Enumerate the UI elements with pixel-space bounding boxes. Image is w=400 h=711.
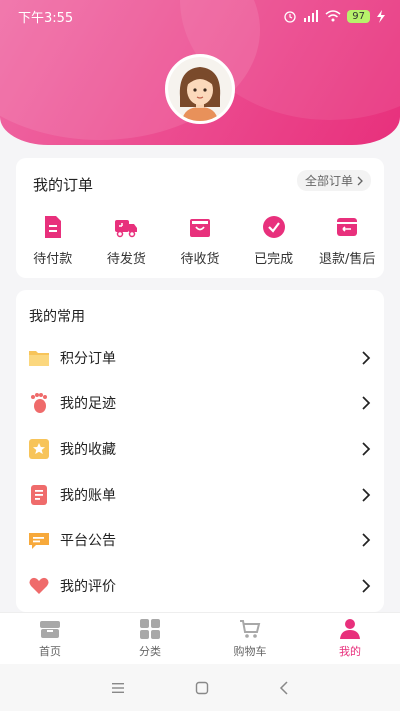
document-icon — [44, 216, 61, 238]
heart-icon — [29, 577, 49, 594]
order-item-label: 待收货 — [180, 252, 220, 267]
chevron-right-icon — [362, 533, 371, 547]
list-item-bills[interactable]: 我的账单 — [16, 472, 384, 518]
check-circle-icon — [262, 216, 285, 238]
chevron-right-icon — [362, 396, 371, 410]
common-card: 我的常用 积分订单 我的足迹 我的收藏 我的账单 平台公告 我的评价 — [16, 290, 384, 612]
user-icon — [340, 619, 360, 639]
star-icon — [29, 438, 49, 459]
list-item-label: 我的足迹 — [60, 396, 116, 413]
home-square-icon[interactable] — [195, 681, 209, 695]
chevron-right-icon — [362, 442, 371, 456]
tab-label: 我的 — [339, 645, 361, 658]
all-orders-label: 全部订单 — [304, 174, 353, 188]
list-item-label: 我的账单 — [60, 487, 116, 504]
tab-home[interactable]: 首页 — [0, 613, 100, 664]
orders-card: 我的订单 全部订单 待付款 待发货 待收货 已完成 退款/售后 — [16, 158, 384, 278]
chevron-right-icon — [357, 176, 363, 185]
grid-icon — [140, 619, 160, 639]
girl-avatar-icon — [168, 57, 232, 121]
list-item-label: 积分订单 — [60, 350, 116, 367]
truck-icon — [115, 220, 138, 238]
chevron-right-icon — [362, 487, 371, 502]
avatar[interactable] — [165, 54, 235, 124]
bottom-tab-bar: 首页 分类 购物车 我的 — [0, 612, 400, 664]
list-item-footprint[interactable]: 我的足迹 — [16, 381, 384, 427]
tab-label: 购物车 — [233, 645, 267, 658]
order-item-label: 退款/售后 — [318, 252, 376, 267]
signal-icon — [304, 10, 319, 22]
home-icon — [40, 621, 60, 638]
tab-mine[interactable]: 我的 — [300, 613, 400, 664]
back-icon[interactable] — [279, 680, 289, 695]
return-icon — [337, 218, 358, 236]
list-item-announcements[interactable]: 平台公告 — [16, 517, 384, 563]
chevron-right-icon — [362, 579, 371, 593]
status-time: 下午3:55 — [18, 10, 74, 26]
cart-icon — [240, 620, 261, 638]
folder-icon — [29, 350, 49, 366]
order-completed[interactable]: 已完成 — [239, 214, 309, 267]
list-item-label: 我的评价 — [60, 578, 116, 595]
order-pending-receipt[interactable]: 待收货 — [165, 214, 235, 267]
list-item-points-orders[interactable]: 积分订单 — [16, 335, 384, 381]
list-item-label: 我的收藏 — [60, 441, 116, 458]
order-item-label: 待付款 — [33, 252, 73, 267]
order-pending-shipment[interactable]: 待发货 — [91, 214, 161, 267]
alarm-icon — [284, 11, 296, 23]
battery-indicator: 97 — [347, 9, 370, 23]
tab-label: 首页 — [39, 645, 61, 658]
all-orders-button[interactable]: 全部订单 — [296, 170, 371, 191]
list-item-reviews[interactable]: 我的评价 — [16, 563, 384, 609]
order-item-label: 已完成 — [254, 252, 294, 267]
footprint-icon — [31, 393, 47, 414]
tab-cart[interactable]: 购物车 — [200, 613, 300, 664]
wifi-icon — [325, 10, 341, 22]
order-refund[interactable]: 退款/售后 — [312, 214, 382, 267]
order-pending-payment[interactable]: 待付款 — [18, 214, 88, 267]
orders-title: 我的订单 — [33, 176, 94, 194]
bag-icon — [189, 219, 210, 237]
chevron-right-icon — [362, 351, 371, 365]
system-navigation-bar — [0, 664, 400, 711]
list-item-favorites[interactable]: 我的收藏 — [16, 426, 384, 472]
tab-category[interactable]: 分类 — [100, 613, 200, 664]
order-item-label: 待发货 — [106, 252, 146, 267]
common-title: 我的常用 — [29, 309, 85, 325]
bill-icon — [31, 484, 47, 505]
tab-label: 分类 — [139, 645, 161, 658]
list-item-label: 平台公告 — [60, 533, 116, 550]
charging-icon — [377, 9, 385, 23]
menu-icon[interactable] — [111, 682, 125, 694]
message-icon — [29, 533, 49, 550]
status-bar: 下午3:55 97 — [0, 0, 400, 32]
